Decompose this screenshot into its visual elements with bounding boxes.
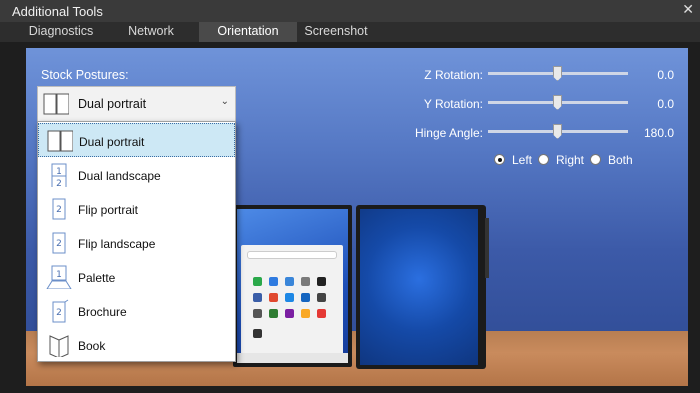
- start-search-box: [247, 251, 337, 259]
- flip-landscape-icon: 2: [52, 232, 66, 254]
- posture-option-label: Flip landscape: [78, 237, 156, 251]
- posture-option-book[interactable]: Book: [38, 328, 235, 362]
- dual-portrait-icon: [43, 93, 69, 115]
- app-icon: [301, 293, 310, 302]
- posture-option-label: Brochure: [78, 305, 127, 319]
- svg-text:2: 2: [56, 308, 62, 318]
- left-display: [237, 209, 348, 363]
- app-icon: [285, 309, 294, 318]
- left-radio[interactable]: [494, 154, 505, 165]
- tab-orientation[interactable]: Orientation: [199, 22, 297, 42]
- both-radio[interactable]: [590, 154, 601, 165]
- left-radio-label: Left: [512, 153, 533, 167]
- posture-option-flip-landscape[interactable]: 2 Flip landscape: [38, 226, 235, 260]
- app-icon: [269, 293, 278, 302]
- svg-text:1: 1: [56, 270, 62, 280]
- posture-option-dual-portrait[interactable]: Dual portrait: [38, 123, 235, 157]
- right-radio-label: Right: [556, 153, 585, 167]
- taskbar: [237, 353, 348, 363]
- brochure-icon: 2: [52, 299, 69, 323]
- posture-option-label: Palette: [78, 271, 116, 285]
- svg-text:1: 1: [56, 167, 62, 177]
- posture-option-palette[interactable]: 1 Palette: [38, 260, 235, 294]
- svg-text:2: 2: [56, 205, 62, 215]
- app-icon: [253, 277, 262, 286]
- right-radio[interactable]: [538, 154, 549, 165]
- app-icon: [285, 277, 294, 286]
- app-icon: [285, 293, 294, 302]
- app-icon: [301, 277, 310, 286]
- posture-option-label: Book: [78, 339, 106, 353]
- app-icon: [253, 309, 262, 318]
- y-rotation-label: Y Rotation:: [423, 97, 483, 111]
- palette-icon: 1: [46, 265, 72, 289]
- y-rotation-value: 0.0: [657, 97, 674, 111]
- close-icon[interactable]: ✕: [682, 1, 694, 18]
- flip-portrait-icon: 2: [52, 198, 66, 220]
- app-icon: [269, 277, 278, 286]
- posture-option-brochure[interactable]: 2 Brochure: [38, 294, 235, 328]
- hinge-angle-label: Hinge Angle:: [414, 126, 483, 140]
- start-menu: [241, 245, 343, 363]
- app-icon: [317, 277, 326, 286]
- app-icon: [253, 293, 262, 302]
- app-icon: [317, 293, 326, 302]
- posture-option-dual-landscape[interactable]: 1 2 Dual landscape: [38, 158, 235, 192]
- posture-option-label: Dual portrait: [79, 135, 145, 149]
- title-bar: Additional Tools ✕: [0, 0, 700, 22]
- right-display: [360, 209, 478, 365]
- z-rotation-value: 0.0: [657, 68, 674, 82]
- posture-option-label: Flip portrait: [78, 203, 139, 217]
- posture-select[interactable]: Dual portrait ⌄: [37, 86, 236, 122]
- posture-select-value: Dual portrait: [78, 97, 147, 111]
- chevron-down-icon: ⌄: [220, 96, 229, 107]
- tab-network[interactable]: Network: [114, 22, 188, 42]
- device-right-screen: [356, 205, 486, 369]
- posture-dropdown-list: Dual portrait 1 2 Dual landscape 2 Flip …: [37, 121, 236, 362]
- svg-text:2: 2: [56, 179, 62, 187]
- both-radio-label: Both: [608, 153, 633, 167]
- app-icon: [253, 329, 262, 338]
- dual-portrait-icon: [47, 130, 73, 152]
- book-icon: [49, 335, 69, 357]
- tab-screenshot[interactable]: Screenshot: [300, 22, 372, 42]
- dual-landscape-icon: 1 2: [51, 163, 67, 187]
- stock-postures-label: Stock Postures:: [41, 68, 129, 82]
- posture-option-flip-portrait[interactable]: 2 Flip portrait: [38, 192, 235, 226]
- hinge-angle-value: 180.0: [643, 126, 674, 140]
- tab-bar: Diagnostics Network Orientation Screensh…: [0, 22, 700, 42]
- device-hinge: [485, 218, 489, 278]
- app-icon: [269, 309, 278, 318]
- window-title: Additional Tools: [12, 4, 103, 19]
- app-icon: [301, 309, 310, 318]
- tab-diagnostics[interactable]: Diagnostics: [20, 22, 102, 42]
- app-icon: [317, 309, 326, 318]
- posture-option-label: Dual landscape: [78, 169, 161, 183]
- svg-text:2: 2: [56, 239, 62, 249]
- device-left-screen: [233, 205, 352, 367]
- z-rotation-label: Z Rotation:: [424, 68, 483, 82]
